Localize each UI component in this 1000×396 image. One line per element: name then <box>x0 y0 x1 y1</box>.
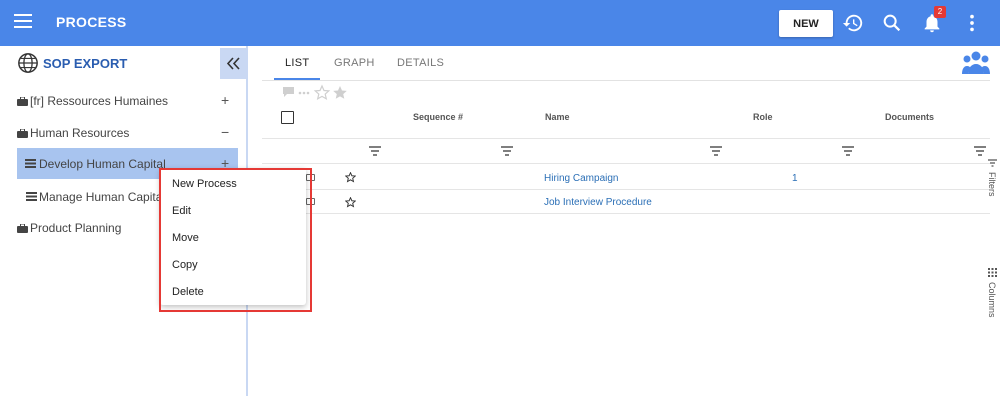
columns-panel-icon[interactable] <box>988 268 997 277</box>
double-chevron-left-icon <box>226 57 240 70</box>
search-icon[interactable] <box>881 12 903 34</box>
history-icon[interactable] <box>842 12 864 34</box>
star-outline-icon[interactable] <box>345 172 356 183</box>
row-divider <box>262 189 990 190</box>
new-button[interactable]: NEW <box>779 10 833 37</box>
highlight-annotation <box>159 168 312 312</box>
tab-graph[interactable]: GRAPH <box>334 57 375 69</box>
expand-icon[interactable]: + <box>221 92 229 108</box>
star-filled-icon <box>333 86 347 99</box>
tab-details[interactable]: DETAILS <box>397 57 444 69</box>
column-header-documents[interactable]: Documents <box>885 112 934 122</box>
users-icon[interactable] <box>962 50 990 76</box>
role-count[interactable]: 1 <box>792 173 798 184</box>
filter-icon[interactable] <box>369 146 381 156</box>
hamburger-menu-icon[interactable] <box>14 14 32 30</box>
row-actions-toolbar <box>283 84 347 100</box>
process-name-link[interactable]: Hiring Campaign <box>544 173 618 184</box>
sidebar-title: SOP EXPORT <box>43 56 128 71</box>
notification-badge: 2 <box>934 6 946 18</box>
sidebar-item-label: [fr] Ressources Humaines <box>30 94 169 108</box>
sidebar-item-label: Human Resources <box>30 126 130 140</box>
column-header-name[interactable]: Name <box>545 112 570 122</box>
sidebar-item-label: Product Planning <box>30 221 122 235</box>
filter-icon[interactable] <box>501 146 513 156</box>
select-all-checkbox[interactable] <box>281 111 294 124</box>
collapse-sidebar-button[interactable] <box>220 48 246 79</box>
process-name-link[interactable]: Job Interview Procedure <box>544 197 652 208</box>
process-list-icon <box>26 192 37 201</box>
filter-panel-icon[interactable] <box>988 159 997 167</box>
briefcase-icon <box>17 97 28 106</box>
app-title: PROCESS <box>56 14 127 30</box>
sidebar-item-label: Manage Human Capital <box>39 190 166 204</box>
tab-list[interactable]: LIST <box>285 57 309 69</box>
globe-icon <box>18 53 38 73</box>
filter-icon[interactable] <box>842 146 854 156</box>
sidebar-item-ressources-humaines[interactable]: [fr] Ressources Humaines + <box>0 89 246 113</box>
filter-icon[interactable] <box>974 146 986 156</box>
header-divider <box>262 138 990 139</box>
more-vert-icon[interactable] <box>961 12 983 34</box>
column-header-role[interactable]: Role <box>753 112 773 122</box>
comment-icon <box>283 87 294 97</box>
process-list-icon <box>25 159 36 168</box>
row-divider <box>262 213 990 214</box>
briefcase-icon <box>17 224 28 233</box>
tabs-divider <box>262 80 990 81</box>
columns-panel-tab[interactable]: Columns <box>987 282 997 318</box>
star-outline-icon <box>313 84 331 100</box>
briefcase-icon <box>17 129 28 138</box>
star-outline-icon[interactable] <box>345 197 356 208</box>
filter-row-divider <box>262 163 990 164</box>
filter-icon[interactable] <box>710 146 722 156</box>
sidebar-item-human-resources[interactable]: Human Resources − <box>0 121 246 145</box>
collapse-icon[interactable]: − <box>221 124 229 140</box>
filters-panel-tab[interactable]: Filters <box>987 172 997 197</box>
sidebar-item-label: Develop Human Capital <box>39 157 166 171</box>
column-header-sequence[interactable]: Sequence # <box>413 112 463 122</box>
